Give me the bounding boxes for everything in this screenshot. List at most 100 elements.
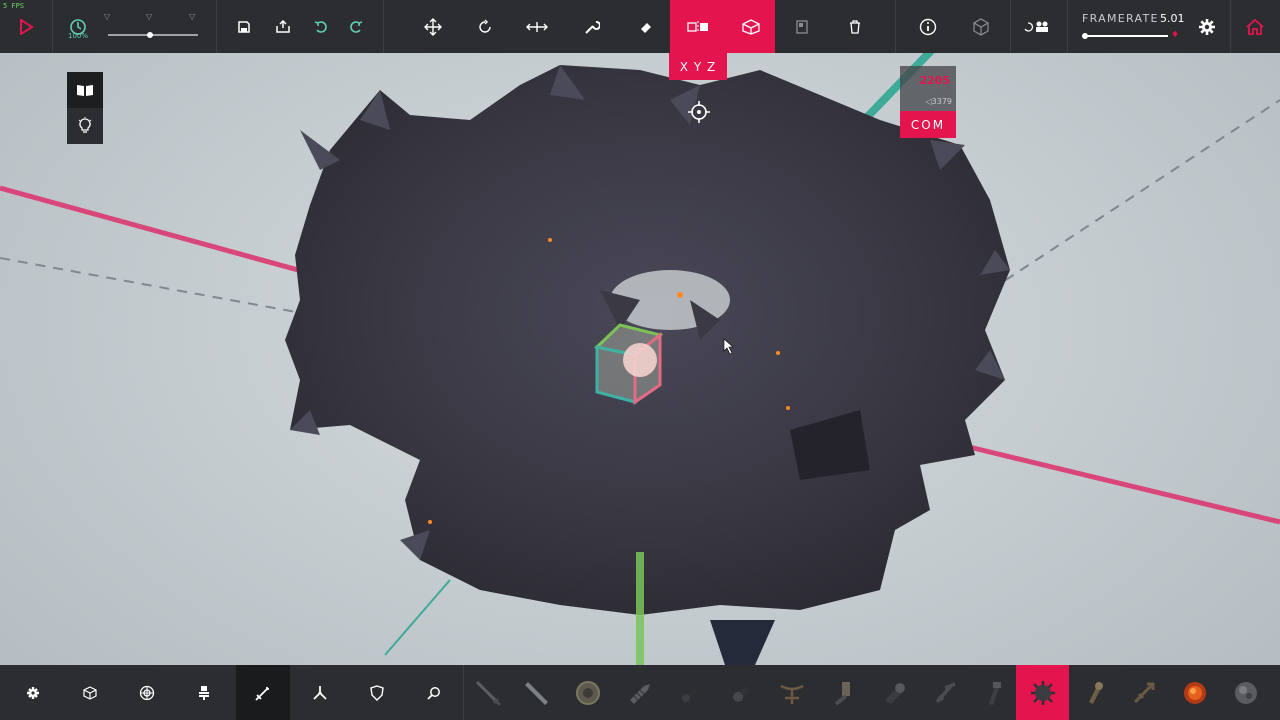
block-shrapnel-cannon[interactable] — [716, 665, 766, 720]
help-book-button[interactable] — [67, 72, 103, 108]
category-flight[interactable] — [292, 665, 347, 720]
block-flamethrower[interactable] — [818, 665, 868, 720]
info-icon — [919, 18, 937, 35]
translate-icon — [424, 17, 442, 36]
gear-icon — [1199, 18, 1215, 35]
propeller-icon — [312, 685, 327, 700]
bulb-icon — [78, 117, 92, 133]
flaming-ball-block-icon — [1184, 681, 1206, 704]
category-utility[interactable] — [406, 665, 461, 720]
block-fireball[interactable] — [1221, 665, 1271, 720]
rotate-icon — [479, 19, 491, 33]
crossbow-block-icon — [780, 684, 804, 704]
block-rocket[interactable] — [920, 665, 968, 720]
block-harpoon[interactable] — [1119, 665, 1169, 720]
play-icon — [20, 18, 34, 35]
stats-value-small: ◁3379 — [925, 97, 952, 106]
shrapnel-cannon-block-icon — [732, 685, 750, 702]
framerate-slider[interactable] — [1084, 35, 1168, 37]
timescale-button[interactable] — [60, 0, 96, 53]
category-locomotion[interactable] — [119, 665, 174, 720]
category-armour[interactable] — [349, 665, 404, 720]
redo-button[interactable] — [342, 0, 370, 53]
load-button[interactable] — [269, 0, 297, 53]
timescale-slider-knob[interactable] — [147, 32, 153, 38]
timescale-slider[interactable] — [108, 34, 198, 36]
multiverse-button[interactable] — [1018, 0, 1054, 53]
piston-icon — [198, 685, 209, 700]
top-toolbar: 5 FPS 100% ▽ ▽ ▽ FRAMERATE 5.01 ♦ — [0, 0, 1280, 53]
modify-tool-button[interactable] — [577, 0, 607, 53]
3d-viewport[interactable] — [0, 0, 1280, 720]
harpoon-block-icon — [1133, 682, 1155, 703]
centre-of-mass-label[interactable]: COM — [900, 111, 956, 138]
delete-button[interactable] — [840, 0, 870, 53]
chevron-down-icon: ▽ — [146, 12, 153, 21]
translate-tool-button[interactable] — [418, 0, 448, 53]
rotate-tool-button[interactable] — [470, 0, 500, 53]
box-icon — [741, 18, 760, 35]
cog-icon — [26, 686, 39, 699]
camera-icon — [1024, 21, 1048, 32]
trash-icon — [850, 19, 860, 34]
block-bomb[interactable] — [1070, 665, 1118, 720]
block-sword[interactable] — [465, 665, 511, 720]
sword-icon — [255, 686, 269, 701]
save-icon — [238, 20, 250, 33]
bomb-block-icon — [1089, 681, 1103, 704]
axis-line-red — [0, 185, 321, 279]
block-spike-ball[interactable] — [1016, 665, 1069, 720]
category-basic[interactable] — [5, 665, 60, 720]
play-simulation-button[interactable] — [0, 0, 52, 53]
blade-block-icon — [525, 681, 548, 705]
timescale-percent: 100% — [67, 32, 88, 40]
flamethrower-block-icon — [834, 681, 850, 706]
block-blade[interactable] — [512, 665, 562, 720]
block-bar — [0, 665, 1280, 720]
copy-icon — [796, 19, 808, 34]
block-circular-saw[interactable] — [563, 665, 613, 720]
block-cannon[interactable] — [665, 665, 715, 720]
block-crossbow[interactable] — [767, 665, 817, 720]
category-mechanical[interactable] — [176, 665, 231, 720]
magnifier-icon — [426, 686, 440, 700]
info-button[interactable] — [913, 0, 943, 53]
category-weaponry[interactable] — [236, 665, 290, 720]
scale-tool-button[interactable] — [522, 0, 552, 53]
drill-block-icon — [630, 683, 650, 704]
scene-render — [0, 0, 1280, 665]
sword-block-icon — [475, 680, 502, 706]
framerate-label: FRAMERATE — [1082, 12, 1159, 25]
axis-labels[interactable]: X Y Z — [680, 60, 716, 74]
chevron-down-icon: ▽ — [104, 12, 111, 21]
stats-value-red: 2205 — [919, 74, 950, 87]
support-column — [710, 620, 775, 665]
eraser-tool-button[interactable] — [631, 0, 661, 53]
wrench-icon — [585, 20, 600, 34]
block-drill[interactable] — [614, 665, 664, 720]
block-flaming-ball[interactable] — [1170, 665, 1220, 720]
block-vacuum[interactable] — [869, 665, 919, 720]
box-view-button[interactable] — [726, 0, 775, 53]
centre-of-mass-button[interactable] — [966, 0, 996, 53]
category-blocks[interactable] — [62, 665, 117, 720]
home-button[interactable] — [1240, 0, 1270, 53]
chevron-down-icon: ▽ — [189, 12, 196, 21]
framerate-slider-knob[interactable] — [1082, 33, 1088, 39]
axis-line-green — [636, 552, 644, 665]
pivot-tool-button[interactable] — [670, 0, 726, 53]
settings-button[interactable] — [1192, 0, 1222, 53]
axis-selector[interactable]: X Y Z — [669, 53, 727, 80]
left-panel — [67, 72, 103, 144]
save-button[interactable] — [230, 0, 258, 53]
grenade-block-icon — [989, 681, 1001, 705]
copy-button[interactable] — [787, 0, 817, 53]
axis-line-dashed-2 — [959, 99, 1280, 311]
hints-button[interactable] — [67, 108, 103, 144]
fireball-block-icon — [1235, 681, 1257, 704]
cube-icon — [973, 17, 989, 36]
block-grenade[interactable] — [969, 665, 1015, 720]
rocket-block-icon — [935, 681, 956, 703]
framerate-value: 5.01 — [1160, 12, 1185, 25]
undo-button[interactable] — [307, 0, 335, 53]
